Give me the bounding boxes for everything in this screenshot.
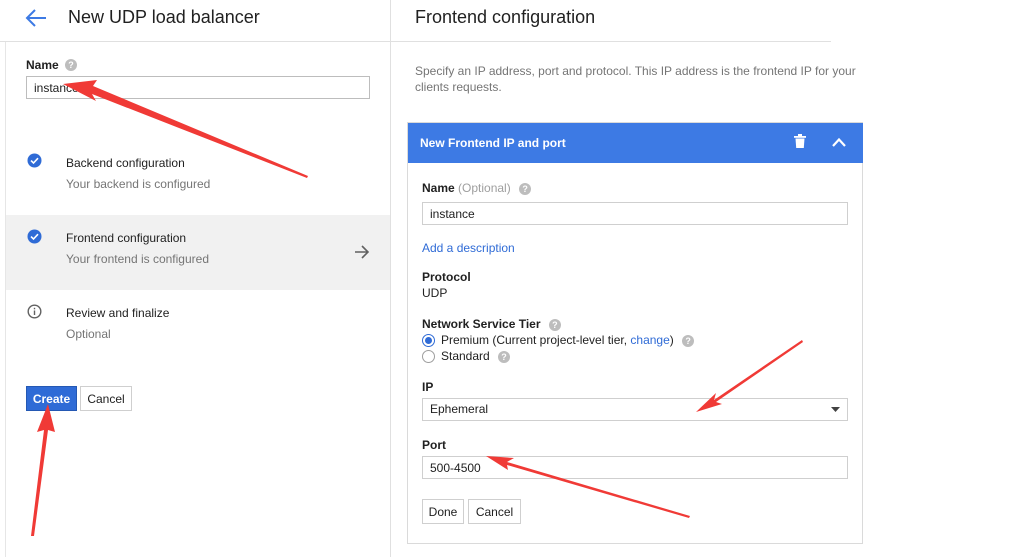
trash-icon[interactable]	[794, 134, 806, 148]
add-description-link[interactable]: Add a description	[422, 241, 515, 255]
help-icon[interactable]: ?	[548, 318, 561, 331]
left-header: New UDP load balancer	[0, 0, 390, 42]
step-title: Review and finalize	[66, 306, 170, 320]
premium-tier-suffix: )	[669, 333, 674, 347]
help-icon[interactable]: ?	[519, 182, 532, 195]
step-subtitle: Your backend is configured	[66, 177, 211, 191]
standard-tier-label: Standard ?	[441, 349, 511, 363]
protocol-value: UDP	[422, 286, 448, 300]
done-button[interactable]: Done	[422, 499, 464, 524]
frontend-name-input[interactable]	[422, 202, 848, 225]
check-circle-icon	[27, 229, 42, 244]
card-header[interactable]: New Frontend IP and port	[408, 123, 863, 163]
help-icon[interactable]: ?	[65, 59, 77, 71]
optional-hint: (Optional)	[458, 181, 511, 195]
ip-select[interactable]: Ephemeral	[422, 398, 848, 421]
frontend-description: Specify an IP address, port and protocol…	[415, 64, 856, 94]
port-label: Port	[422, 438, 446, 452]
name-label: Name	[26, 58, 59, 72]
help-icon[interactable]: ?	[498, 350, 511, 363]
ip-selected-value: Ephemeral	[430, 402, 489, 416]
name-input[interactable]	[26, 76, 370, 99]
card-title: New Frontend IP and port	[420, 136, 566, 150]
cancel-frontend-button[interactable]: Cancel	[468, 499, 521, 524]
left-panel: New UDP load balancer Name ? Backend con…	[0, 0, 391, 557]
back-arrow-icon[interactable]	[24, 7, 48, 29]
premium-tier-label: Premium (Current project-level tier, cha…	[441, 333, 695, 347]
arrow-right-icon	[355, 245, 370, 259]
step-title: Frontend configuration	[66, 231, 187, 245]
name-label-text: Name	[422, 181, 455, 195]
chevron-up-icon[interactable]	[831, 136, 847, 148]
step-frontend-configuration[interactable]: Frontend configuration Your frontend is …	[6, 215, 390, 290]
divider	[5, 42, 6, 557]
network-tier-label-text: Network Service Tier	[422, 317, 541, 331]
frontend-ip-port-card: New Frontend IP and port Name (Optional)…	[407, 122, 863, 544]
network-tier-label: Network Service Tier ?	[422, 317, 561, 331]
cancel-button[interactable]: Cancel	[80, 386, 132, 411]
standard-tier-text: Standard	[441, 349, 490, 363]
frontend-title: Frontend configuration	[415, 7, 596, 27]
protocol-label: Protocol	[422, 270, 471, 284]
premium-tier-text: Premium (Current project-level tier,	[441, 333, 631, 347]
create-button[interactable]: Create	[26, 386, 77, 411]
info-icon	[27, 304, 42, 319]
ip-label: IP	[422, 380, 434, 394]
standard-tier-radio[interactable]	[422, 350, 435, 363]
check-circle-icon	[27, 153, 42, 168]
step-subtitle: Optional	[66, 327, 111, 341]
step-title: Backend configuration	[66, 156, 185, 170]
dropdown-caret-icon	[831, 407, 840, 412]
divider	[391, 41, 831, 42]
frontend-name-label: Name (Optional) ?	[422, 181, 532, 195]
premium-tier-radio[interactable]	[422, 334, 435, 347]
help-icon[interactable]: ?	[682, 334, 695, 347]
change-tier-link[interactable]: change	[630, 333, 669, 347]
step-subtitle: Your frontend is configured	[66, 252, 209, 266]
page-title: New UDP load balancer	[68, 7, 260, 27]
step-review-and-finalize[interactable]: Review and finalize Optional	[6, 301, 390, 376]
port-input[interactable]	[422, 456, 848, 479]
